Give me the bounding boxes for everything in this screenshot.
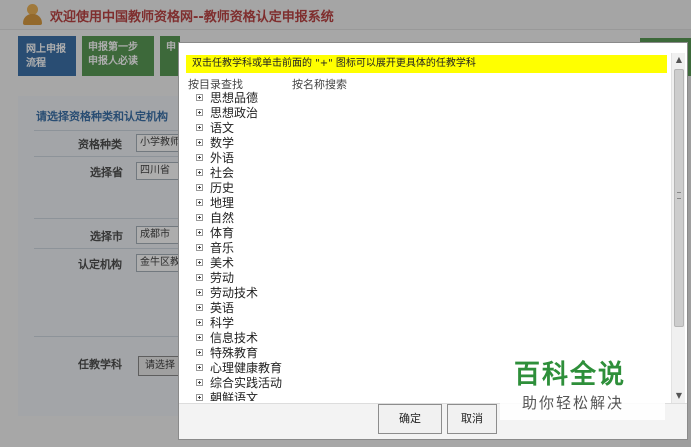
tab-search-by-name[interactable]: 按名称搜索 bbox=[292, 76, 347, 92]
subject-tree-item[interactable]: 科学 bbox=[196, 316, 446, 331]
subject-label: 自然 bbox=[210, 211, 235, 225]
ok-button[interactable]: 确定 bbox=[378, 404, 442, 434]
subject-label: 科学 bbox=[210, 316, 235, 330]
expand-plus-icon[interactable] bbox=[196, 304, 203, 311]
subject-label: 英语 bbox=[210, 301, 235, 315]
subject-label: 音乐 bbox=[210, 241, 235, 255]
expand-plus-icon[interactable] bbox=[196, 319, 203, 326]
expand-plus-icon[interactable] bbox=[196, 169, 203, 176]
subject-tree: 思想品德 思想政治 语文 数学 外语 社会 历史 地理 自然 体育 音乐 美术 劳动 劳动技术 英语 科学 信息… bbox=[196, 91, 446, 401]
subject-tree-item[interactable]: 劳动技术 bbox=[196, 286, 446, 301]
expand-plus-icon[interactable] bbox=[196, 274, 203, 281]
subject-label: 美术 bbox=[210, 256, 235, 270]
expand-plus-icon[interactable] bbox=[196, 259, 203, 266]
subject-tree-item[interactable]: 体育 bbox=[196, 226, 446, 241]
subject-tree-item[interactable]: 地理 bbox=[196, 196, 446, 211]
subject-tree-item[interactable]: 劳动 bbox=[196, 271, 446, 286]
subject-label: 历史 bbox=[210, 181, 235, 195]
subject-tree-item[interactable]: 自然 bbox=[196, 211, 446, 226]
watermark: 百科全说 助你轻松解决 bbox=[500, 350, 665, 420]
expand-plus-icon[interactable] bbox=[196, 244, 203, 251]
subject-tree-item[interactable]: 思想政治 bbox=[196, 106, 446, 121]
expand-plus-icon[interactable] bbox=[196, 289, 203, 296]
expand-plus-icon[interactable] bbox=[196, 364, 203, 371]
subject-tree-item[interactable]: 特殊教育 bbox=[196, 346, 446, 361]
subject-tree-item[interactable]: 美术 bbox=[196, 256, 446, 271]
subject-label: 综合实践活动 bbox=[210, 376, 283, 390]
expand-plus-icon[interactable] bbox=[196, 349, 203, 356]
subject-tree-item[interactable]: 音乐 bbox=[196, 241, 446, 256]
subject-label: 特殊教育 bbox=[210, 346, 259, 360]
cancel-button[interactable]: 取消 bbox=[447, 404, 497, 434]
subject-label: 数学 bbox=[210, 136, 235, 150]
expand-plus-icon[interactable] bbox=[196, 139, 203, 146]
subject-tree-item[interactable]: 历史 bbox=[196, 181, 446, 196]
subject-tree-item[interactable]: 英语 bbox=[196, 301, 446, 316]
expand-plus-icon[interactable] bbox=[196, 124, 203, 131]
subject-tree-item[interactable]: 思想品德 bbox=[196, 91, 446, 106]
subject-label: 语文 bbox=[210, 121, 235, 135]
subject-label: 信息技术 bbox=[210, 331, 259, 345]
subject-tree-item[interactable]: 心理健康教育 bbox=[196, 361, 446, 376]
expand-plus-icon[interactable] bbox=[196, 379, 203, 386]
subject-tree-item[interactable]: 社会 bbox=[196, 166, 446, 181]
tab-browse-by-directory[interactable]: 按目录查找 bbox=[188, 76, 243, 92]
expand-plus-icon[interactable] bbox=[196, 334, 203, 341]
subject-tree-item[interactable]: 朝鲜语文 bbox=[196, 391, 446, 401]
dialog-hint: 双击任教学科或单击前面的 "+" 图标可以展开更具体的任教学科 bbox=[186, 55, 667, 73]
subject-label: 朝鲜语文 bbox=[210, 391, 259, 401]
expand-plus-icon[interactable] bbox=[196, 109, 203, 116]
expand-plus-icon[interactable] bbox=[196, 214, 203, 221]
subject-label: 体育 bbox=[210, 226, 235, 240]
scroll-down-arrow-icon[interactable]: ▼ bbox=[672, 389, 686, 403]
expand-plus-icon[interactable] bbox=[196, 154, 203, 161]
subject-label: 思想政治 bbox=[210, 106, 259, 120]
subject-tree-item[interactable]: 外语 bbox=[196, 151, 446, 166]
subject-label: 劳动技术 bbox=[210, 286, 259, 300]
subject-tree-item[interactable]: 信息技术 bbox=[196, 331, 446, 346]
subject-label: 心理健康教育 bbox=[210, 361, 283, 375]
expand-plus-icon[interactable] bbox=[196, 184, 203, 191]
watermark-subtitle: 助你轻松解决 bbox=[522, 394, 625, 412]
subject-label: 外语 bbox=[210, 151, 235, 165]
expand-plus-icon[interactable] bbox=[196, 229, 203, 236]
subject-label: 思想品德 bbox=[210, 91, 259, 105]
subject-tree-item[interactable]: 语文 bbox=[196, 121, 446, 136]
expand-plus-icon[interactable] bbox=[196, 199, 203, 206]
scroll-thumb[interactable] bbox=[674, 69, 684, 327]
subject-label: 地理 bbox=[210, 196, 235, 210]
watermark-title: 百科全说 bbox=[514, 360, 627, 390]
dialog-scrollbar[interactable]: ▲ ▼ bbox=[671, 53, 685, 403]
subject-tree-item[interactable]: 数学 bbox=[196, 136, 446, 151]
scroll-up-arrow-icon[interactable]: ▲ bbox=[672, 53, 686, 67]
expand-plus-icon[interactable] bbox=[196, 94, 203, 101]
subject-label: 社会 bbox=[210, 166, 235, 180]
expand-plus-icon[interactable] bbox=[196, 394, 203, 401]
subject-tree-item[interactable]: 综合实践活动 bbox=[196, 376, 446, 391]
subject-label: 劳动 bbox=[210, 271, 235, 285]
